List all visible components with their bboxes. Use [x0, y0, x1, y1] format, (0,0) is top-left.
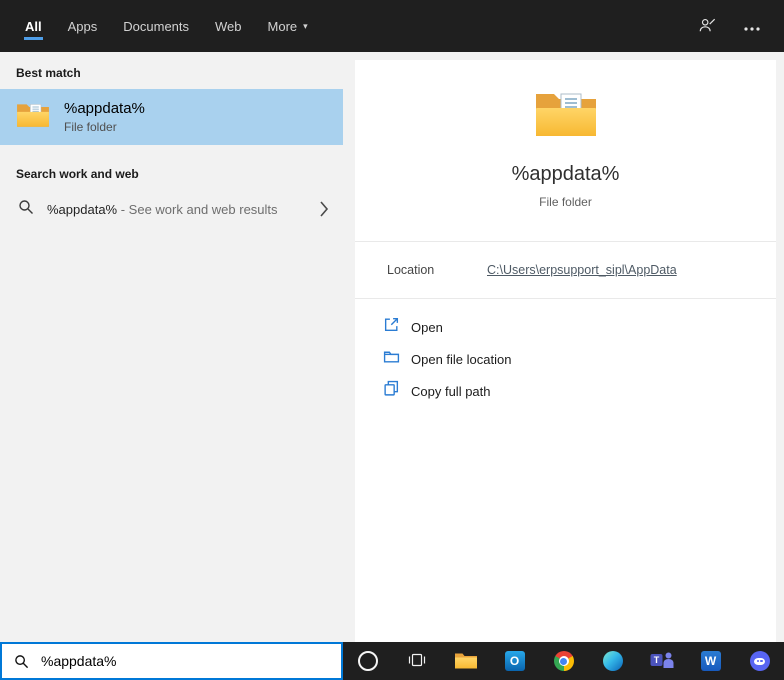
chrome-icon [553, 651, 574, 671]
feedback-button[interactable] [698, 16, 716, 37]
folder-icon [16, 101, 50, 134]
tab-documents-label: Documents [123, 18, 190, 34]
results-panel: Best match %appdata% File folder Search … [0, 52, 355, 642]
action-open[interactable]: Open [355, 311, 776, 343]
tab-more-label: More [267, 18, 298, 34]
best-match-result-item[interactable]: %appdata% File folder [0, 89, 343, 145]
tab-web[interactable]: Web [214, 0, 243, 52]
tab-apps-label: Apps [67, 18, 98, 34]
outlook-icon: O [504, 651, 525, 671]
cortana-icon [357, 651, 378, 671]
action-open-file-location-label: Open file location [411, 351, 512, 367]
web-section-label: Search work and web [16, 167, 139, 181]
more-options-button[interactable] [744, 19, 760, 34]
svg-text:T: T [653, 655, 659, 665]
word-icon: W [700, 651, 721, 671]
best-match-subtitle: File folder [64, 120, 117, 134]
taskbar-word-button[interactable]: W [686, 642, 735, 680]
action-copy-full-path-label: Copy full path [411, 383, 491, 399]
taskbar-discord-button[interactable] [735, 642, 784, 680]
web-result-suffix: - See work and web results [117, 201, 278, 217]
file-explorer-icon [454, 650, 478, 673]
action-open-label: Open [411, 319, 443, 335]
teams-icon: T [650, 650, 674, 673]
folder-icon [534, 93, 598, 144]
taskbar-cortana-button[interactable] [343, 642, 392, 680]
edge-icon [602, 651, 623, 671]
tab-all-label: All [25, 18, 42, 34]
filter-tabs: All Apps Documents Web More ▾ [24, 0, 309, 52]
web-result-text: %appdata% - See work and web results [47, 202, 278, 217]
web-search-result-item[interactable]: %appdata% - See work and web results [0, 190, 343, 228]
taskbar-outlook-button[interactable]: O [490, 642, 539, 680]
best-match-title: %appdata% [64, 100, 145, 117]
preview-subtitle: File folder [539, 195, 592, 209]
copy-icon [383, 380, 400, 402]
web-result-query: %appdata% [47, 201, 118, 217]
more-options-icon [744, 19, 760, 34]
topbar-actions [698, 0, 784, 52]
location-row: Location C:\Users\erpsupport_sipl\AppDat… [355, 242, 776, 298]
taskbar-file-explorer-button[interactable] [441, 642, 490, 680]
search-input[interactable] [39, 652, 341, 670]
task-view-icon [407, 650, 427, 673]
chevron-right-icon[interactable] [320, 201, 329, 217]
action-copy-full-path[interactable]: Copy full path [355, 375, 776, 407]
preview-panel: %appdata% File folder Location C:\Users\… [355, 60, 776, 642]
tab-more[interactable]: More ▾ [267, 0, 309, 52]
preview-header: %appdata% File folder [355, 60, 776, 241]
preview-title: %appdata% [511, 163, 620, 185]
search-filter-bar: All Apps Documents Web More ▾ [0, 0, 784, 52]
tab-web-label: Web [215, 18, 242, 34]
search-box [0, 642, 343, 680]
taskbar-task-view-button[interactable] [392, 642, 441, 680]
taskbar-chrome-button[interactable] [539, 642, 588, 680]
location-link[interactable]: C:\Users\erpsupport_sipl\AppData [487, 263, 677, 277]
tab-documents[interactable]: Documents [122, 0, 190, 52]
location-label: Location [387, 263, 435, 277]
discord-icon [749, 651, 770, 671]
open-file-location-icon [383, 348, 400, 370]
best-match-section-label: Best match [16, 66, 81, 80]
search-icon [18, 199, 34, 220]
taskbar-icons: O T W [343, 642, 784, 680]
action-open-file-location[interactable]: Open file location [355, 343, 776, 375]
feedback-icon [698, 16, 716, 37]
start-search-window: All Apps Documents Web More ▾ Best match… [0, 0, 784, 680]
taskbar-edge-button[interactable] [588, 642, 637, 680]
tab-apps[interactable]: Apps [67, 0, 99, 52]
best-match-text: %appdata% File folder [64, 100, 145, 134]
tab-all[interactable]: All [24, 0, 43, 52]
taskbar-teams-button[interactable]: T [637, 642, 686, 680]
open-icon [383, 316, 400, 338]
chevron-down-icon: ▾ [303, 20, 308, 31]
search-icon [14, 654, 29, 669]
action-list: Open Open file location Copy full path [355, 299, 776, 419]
